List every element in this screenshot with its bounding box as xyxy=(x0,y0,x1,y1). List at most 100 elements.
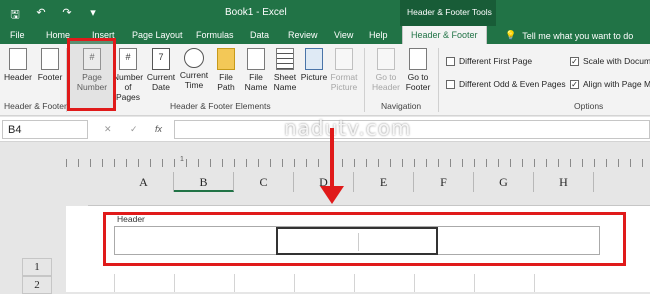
column-header-e[interactable]: E xyxy=(354,172,414,192)
column-header-f[interactable]: F xyxy=(414,172,474,192)
group-label-elements: Header & Footer Elements xyxy=(170,101,271,111)
group-label-navigation: Navigation xyxy=(381,101,422,111)
current-time-label: Current Time xyxy=(179,70,209,90)
gridline xyxy=(474,274,475,292)
tab-view[interactable]: View xyxy=(334,30,353,40)
tab-data[interactable]: Data xyxy=(250,30,269,40)
tell-me-text: Tell me what you want to do xyxy=(522,30,634,41)
window-title: Book1 - Excel xyxy=(225,7,287,18)
format-picture-button[interactable]: Format Picture xyxy=(328,46,360,92)
checkbox-icon[interactable] xyxy=(446,79,455,89)
number-of-pages-icon: # xyxy=(119,48,137,70)
tell-me-box[interactable]: 💡 Tell me what you want to do xyxy=(505,30,633,41)
column-header-c[interactable]: C xyxy=(234,172,294,192)
go-to-footer-button[interactable]: Go to Footer xyxy=(402,46,434,92)
function-icon[interactable]: fx xyxy=(155,124,162,134)
picture-icon xyxy=(305,48,323,70)
scale-with-document-option[interactable]: ✓ Scale with Docum xyxy=(570,56,650,66)
go-to-header-label: Go to Header xyxy=(372,72,400,92)
footer-button-label: Footer xyxy=(37,72,63,82)
column-header-b[interactable]: B xyxy=(174,172,234,192)
column-header-g[interactable]: G xyxy=(474,172,534,192)
sheet-name-button[interactable]: Sheet Name xyxy=(269,46,301,92)
go-to-header-icon xyxy=(377,48,395,70)
header-button-label: Header xyxy=(4,72,32,82)
file-path-label: File Path xyxy=(217,72,235,92)
go-to-header-button[interactable]: Go to Header xyxy=(370,46,402,92)
enter-icon[interactable]: ✓ xyxy=(130,124,138,135)
title-bar: 🖫 ↶ ↷ ▾ Book1 - Excel Header & Footer To… xyxy=(0,0,650,26)
go-to-footer-icon xyxy=(409,48,427,70)
highlight-header-area xyxy=(103,212,626,266)
name-box[interactable]: B4 xyxy=(2,120,88,139)
customize-icon[interactable]: ▾ xyxy=(86,6,100,25)
tab-page-layout[interactable]: Page Layout xyxy=(132,30,183,40)
horizontal-ruler xyxy=(66,159,650,167)
redo-icon[interactable]: ↷ xyxy=(60,6,74,25)
picture-button[interactable]: Picture xyxy=(298,46,330,82)
tab-file[interactable]: File xyxy=(10,30,25,40)
footer-button[interactable]: Footer xyxy=(34,46,66,82)
tab-help[interactable]: Help xyxy=(369,30,388,40)
gridline xyxy=(354,274,355,292)
annotation-arrow xyxy=(330,128,334,190)
checkbox-checked-icon[interactable]: ✓ xyxy=(570,79,579,89)
current-date-label: Current Date xyxy=(146,72,176,92)
ribbon-divider xyxy=(438,48,439,112)
different-first-page-option[interactable]: Different First Page xyxy=(446,56,532,66)
header-icon xyxy=(9,48,27,70)
file-icon xyxy=(247,48,265,70)
tab-formulas[interactable]: Formulas xyxy=(196,30,234,40)
group-label-options: Options xyxy=(574,101,604,111)
group-label-header-footer: Header & Footer xyxy=(4,101,67,111)
number-of-pages-button[interactable]: # Number of Pages xyxy=(112,46,144,102)
format-picture-label: Format Picture xyxy=(330,72,358,92)
option-label: Different First Page xyxy=(459,56,533,66)
file-name-label: File Name xyxy=(244,72,268,92)
clock-icon xyxy=(184,48,204,68)
align-with-margins-option[interactable]: ✓ Align with Page M xyxy=(570,79,650,89)
current-time-button[interactable]: Current Time xyxy=(178,46,210,90)
context-tab-band: Header & Footer Tools xyxy=(400,0,496,26)
sheet-icon xyxy=(276,48,294,70)
ribbon-divider xyxy=(364,48,365,112)
gridline xyxy=(414,274,415,292)
go-to-footer-label: Go to Footer xyxy=(405,72,431,92)
option-label: Scale with Docum xyxy=(583,56,650,66)
ruler-mark: 1 xyxy=(180,156,184,163)
row-header-1[interactable]: 1 xyxy=(22,258,52,276)
gridline xyxy=(294,274,295,292)
save-icon[interactable]: 🖫 xyxy=(8,6,22,25)
gridline xyxy=(534,274,535,292)
column-header-a[interactable]: A xyxy=(114,172,174,192)
watermark: nadutv.com xyxy=(284,116,412,140)
current-date-button[interactable]: 7 Current Date xyxy=(145,46,177,92)
sheet-name-label: Sheet Name xyxy=(273,72,297,92)
option-label: Align with Page M xyxy=(583,79,650,89)
checkbox-checked-icon[interactable]: ✓ xyxy=(570,56,579,66)
file-name-button[interactable]: File Name xyxy=(240,46,272,92)
formula-input[interactable] xyxy=(174,120,650,139)
folder-icon xyxy=(217,48,235,70)
different-odd-even-option[interactable]: Different Odd & Even Pages xyxy=(446,79,566,89)
gridline xyxy=(114,274,115,292)
checkbox-icon[interactable] xyxy=(446,56,455,66)
column-header-h[interactable]: H xyxy=(534,172,594,192)
cancel-icon[interactable]: ✕ xyxy=(104,124,112,135)
picture-label: Picture xyxy=(300,72,328,82)
undo-icon[interactable]: ↶ xyxy=(34,6,48,25)
tab-review[interactable]: Review xyxy=(288,30,318,40)
row-header-2[interactable]: 2 xyxy=(22,276,52,294)
header-button[interactable]: Header xyxy=(2,46,34,82)
gridline xyxy=(234,274,235,292)
option-label: Different Odd & Even Pages xyxy=(459,79,566,89)
calendar-icon: 7 xyxy=(152,48,170,70)
footer-icon xyxy=(41,48,59,70)
lightbulb-icon: 💡 xyxy=(505,30,517,40)
number-of-pages-label: Number of Pages xyxy=(112,72,144,102)
highlight-page-number xyxy=(67,38,116,111)
tab-header-footer[interactable]: Header & Footer xyxy=(402,26,487,44)
format-picture-icon xyxy=(335,48,353,70)
file-path-button[interactable]: File Path xyxy=(210,46,242,92)
gridline xyxy=(174,274,175,292)
